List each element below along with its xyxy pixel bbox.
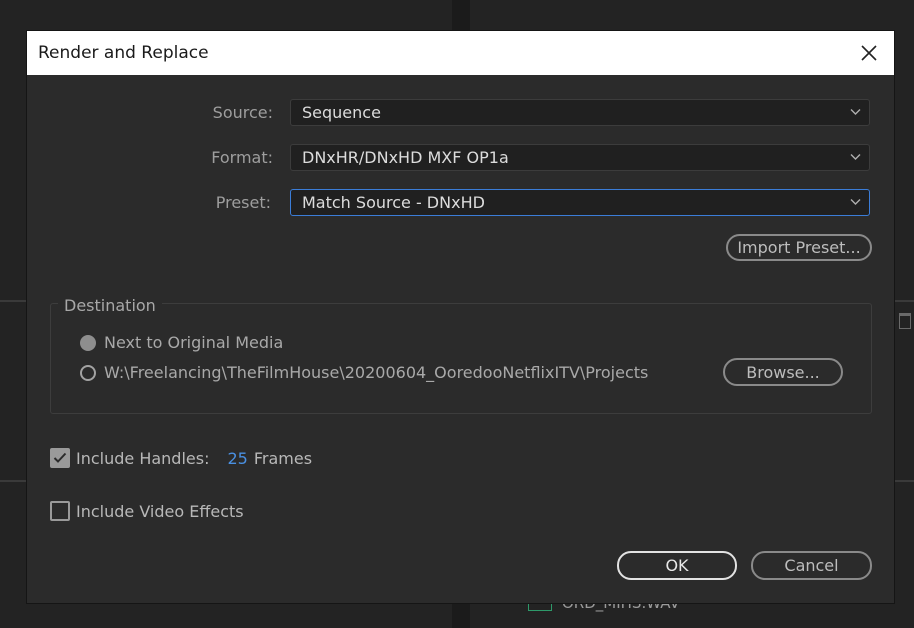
include-video-effects-label: Include Video Effects <box>76 501 244 521</box>
include-handles-label: Include Handles: <box>76 448 210 468</box>
radio-custom-path[interactable]: W:\Freelancing\TheFilmHouse\20200604_Oor… <box>80 363 648 382</box>
destination-legend: Destination <box>58 296 162 315</box>
include-video-effects-checkbox[interactable] <box>50 501 70 521</box>
include-video-effects-row: Include Video Effects <box>50 501 244 521</box>
radio-next-to-original[interactable]: Next to Original Media <box>80 333 283 352</box>
handles-unit: Frames <box>253 448 313 468</box>
preset-select[interactable]: Match Source - DNxHD <box>290 189 870 216</box>
cancel-label: Cancel <box>784 556 839 575</box>
dialog-titlebar: Render and Replace <box>27 31 894 75</box>
handles-value-scrub[interactable]: 25 <box>227 449 247 468</box>
import-preset-button[interactable]: Import Preset... <box>726 234 872 261</box>
radio-filled-icon <box>80 334 96 351</box>
include-handles-checkbox[interactable] <box>50 448 70 468</box>
format-label: Format: <box>211 148 273 167</box>
preset-value: Match Source - DNxHD <box>302 193 485 212</box>
chevron-down-icon <box>850 199 861 205</box>
source-value: Sequence <box>302 103 381 122</box>
radio-empty-icon <box>80 364 96 381</box>
source-select[interactable]: Sequence <box>290 99 870 126</box>
next-to-original-label: Next to Original Media <box>104 333 284 352</box>
source-label: Source: <box>212 103 273 122</box>
checkmark-icon <box>53 452 67 463</box>
ok-button[interactable]: OK <box>617 551 737 580</box>
browse-button[interactable]: Browse... <box>723 358 843 386</box>
include-handles-row: Include Handles: 25 Frames <box>50 448 312 468</box>
preset-label: Preset: <box>215 193 271 212</box>
format-select[interactable]: DNxHR/DNxHD MXF OP1a <box>290 144 870 171</box>
browse-label: Browse... <box>746 362 820 382</box>
trash-icon[interactable] <box>899 313 911 329</box>
format-value: DNxHR/DNxHD MXF OP1a <box>302 148 509 167</box>
custom-path-label: W:\Freelancing\TheFilmHouse\20200604_Oor… <box>104 363 649 382</box>
ok-label: OK <box>665 556 689 575</box>
dialog-title: Render and Replace <box>38 43 209 63</box>
cancel-button[interactable]: Cancel <box>751 551 872 580</box>
render-and-replace-dialog: Render and Replace Source: Sequence Form… <box>27 31 894 603</box>
close-icon <box>861 45 877 61</box>
chevron-down-icon <box>850 109 861 115</box>
chevron-down-icon <box>850 154 861 160</box>
import-preset-label: Import Preset... <box>737 238 861 257</box>
close-button[interactable] <box>854 39 884 67</box>
